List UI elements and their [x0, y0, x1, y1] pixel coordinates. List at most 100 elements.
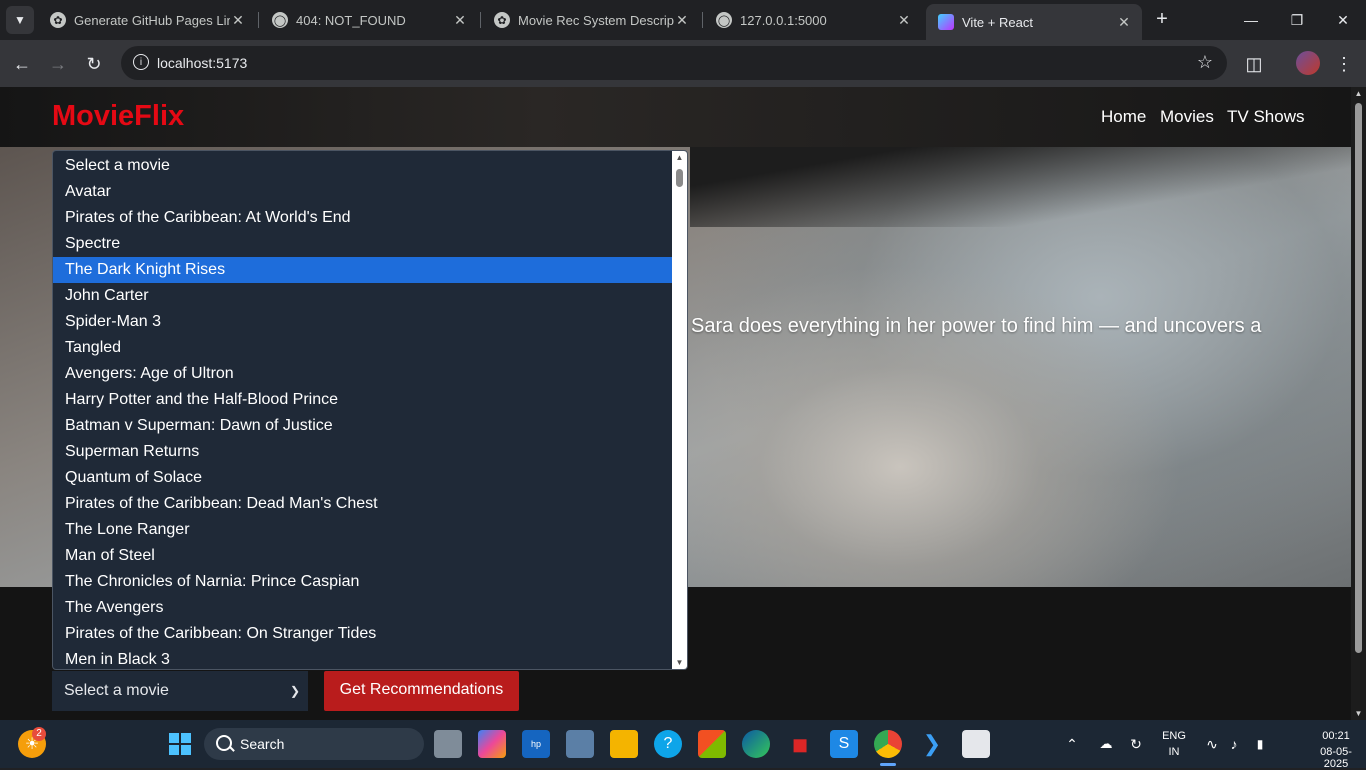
snipping-tool-icon[interactable] [962, 730, 990, 758]
close-icon[interactable]: ✕ [674, 12, 690, 29]
new-tab-button[interactable]: + [1150, 8, 1174, 32]
dropdown-option[interactable]: Pirates of the Caribbean: At World's End [53, 205, 673, 231]
battery-icon[interactable]: ▮ [1246, 730, 1274, 758]
dropdown-option[interactable]: Select a movie [53, 153, 673, 179]
tab-title: 404: NOT_FOUND [296, 12, 406, 28]
dropdown-option[interactable]: Spectre [53, 231, 673, 257]
bookmark-star-icon[interactable]: ☆ [1197, 52, 1213, 73]
scroll-down-arrow-icon[interactable]: ▼ [672, 658, 687, 667]
nav-link-tv-shows[interactable]: TV Shows [1227, 107, 1304, 127]
tab-separator [702, 12, 703, 28]
scroll-up-arrow-icon[interactable]: ▲ [672, 153, 687, 162]
dropdown-option[interactable]: Pirates of the Caribbean: On Stranger Ti… [53, 621, 673, 647]
get-recommendations-button[interactable]: Get Recommendations [324, 671, 519, 711]
dropdown-option[interactable]: Quantum of Solace [53, 465, 673, 491]
dropdown-option[interactable]: The Avengers [53, 595, 673, 621]
dropdown-option[interactable]: Spider-Man 3 [53, 309, 673, 335]
close-icon[interactable]: ✕ [1116, 14, 1132, 31]
tab-2[interactable]: ✿ Movie Rec System Descriptio ✕ [482, 4, 700, 36]
app-s-icon[interactable]: S [830, 730, 858, 758]
site-info-icon[interactable]: i [133, 54, 149, 70]
nav-link-home[interactable]: Home [1101, 107, 1146, 127]
tab-separator [480, 12, 481, 28]
tab-title: Movie Rec System Descriptio [518, 12, 674, 28]
address-bar[interactable]: i localhost:5173 ☆ [121, 46, 1227, 80]
close-icon[interactable]: ✕ [230, 12, 246, 29]
chevron-down-icon: ❯ [289, 684, 300, 698]
vscode-icon[interactable]: ❯ [918, 730, 946, 758]
onedrive-offline-icon[interactable]: ☁ [1092, 730, 1120, 758]
mcafee-icon[interactable]: ◼ [786, 730, 814, 758]
edge-icon[interactable] [742, 730, 770, 758]
url-text: localhost:5173 [157, 55, 248, 71]
scroll-up-arrow-icon[interactable]: ▲ [1351, 89, 1366, 98]
language-indicator[interactable]: ENG [1158, 730, 1190, 742]
dropdown-option[interactable]: Tangled [53, 335, 673, 361]
menu-kebab-icon[interactable]: ⋮ [1332, 52, 1356, 76]
dropdown-option[interactable]: Men in Black 3 [53, 647, 673, 669]
tab-search-chevron-icon[interactable]: ▼ [6, 6, 34, 34]
site-logo[interactable]: MovieFlix [52, 100, 184, 133]
active-app-indicator [880, 763, 896, 766]
reload-icon[interactable]: ↻ [82, 52, 106, 76]
scroll-down-arrow-icon[interactable]: ▼ [1351, 709, 1366, 718]
minimize-icon[interactable]: — [1228, 8, 1274, 32]
copilot-icon[interactable] [478, 730, 506, 758]
device-manager-icon[interactable] [566, 730, 594, 758]
dropdown-option[interactable]: Superman Returns [53, 439, 673, 465]
close-icon[interactable]: ✕ [452, 12, 468, 29]
globe-icon: ◯ [272, 12, 288, 28]
tab-0[interactable]: ✿ Generate GitHub Pages Link ✕ [38, 4, 256, 36]
movie-select[interactable]: Select a movie ❯ [52, 671, 308, 711]
dropdown-option[interactable]: Pirates of the Caribbean: Dead Man's Che… [53, 491, 673, 517]
dropdown-option[interactable]: Batman v Superman: Dawn of Justice [53, 413, 673, 439]
volume-icon[interactable]: ♪ [1220, 730, 1248, 758]
myhp-icon[interactable]: hp [522, 730, 550, 758]
extensions-icon[interactable]: ◫ [1242, 52, 1266, 76]
page-scrollbar[interactable]: ▲ ▼ [1351, 87, 1366, 720]
region-indicator[interactable]: IN [1158, 746, 1190, 758]
dropdown-option[interactable]: John Carter [53, 283, 673, 309]
search-label: Search [240, 736, 285, 752]
task-view-icon[interactable] [434, 730, 462, 758]
tab-title: Vite + React [962, 14, 1033, 30]
dropdown-option[interactable]: Avengers: Age of Ultron [53, 361, 673, 387]
back-arrow-icon[interactable]: ← [10, 52, 34, 76]
tab-title: Generate GitHub Pages Link [74, 12, 230, 28]
search-icon [216, 735, 232, 751]
sync-icon[interactable]: ↻ [1122, 730, 1150, 758]
movie-dropdown-list[interactable]: Select a movie Avatar Pirates of the Car… [52, 150, 688, 670]
dropdown-option[interactable]: Avatar [53, 179, 673, 205]
dropdown-scrollbar[interactable]: ▲ ▼ [672, 151, 687, 669]
page-viewport: Sara does everything in her power to fin… [0, 87, 1351, 720]
tab-4-active[interactable]: Vite + React ✕ [926, 4, 1142, 40]
dropdown-option[interactable]: Man of Steel [53, 543, 673, 569]
forward-arrow-icon[interactable]: → [46, 52, 70, 76]
microsoft-store-icon[interactable] [698, 730, 726, 758]
close-icon[interactable]: ✕ [896, 12, 912, 29]
chrome-icon[interactable] [874, 730, 902, 758]
openai-icon: ✿ [494, 12, 510, 28]
dropdown-option[interactable]: The Chronicles of Narnia: Prince Caspian [53, 569, 673, 595]
dropdown-option-highlighted[interactable]: The Dark Knight Rises [53, 257, 673, 283]
profile-avatar[interactable] [1296, 51, 1320, 75]
tab-1[interactable]: ◯ 404: NOT_FOUND ✕ [260, 4, 478, 36]
help-icon[interactable]: ? [654, 730, 682, 758]
nav-link-movies[interactable]: Movies [1160, 107, 1214, 127]
chevron-up-icon[interactable]: ⌃ [1058, 730, 1086, 758]
tab-separator [258, 12, 259, 28]
tab-title: 127.0.0.1:5000 [740, 12, 827, 28]
restore-icon[interactable]: ❐ [1274, 8, 1320, 32]
tab-3[interactable]: ◯ 127.0.0.1:5000 ✕ [704, 4, 922, 36]
file-explorer-icon[interactable] [610, 730, 638, 758]
dropdown-option[interactable]: Harry Potter and the Half-Blood Prince [53, 387, 673, 413]
vite-icon [938, 14, 954, 30]
windows-start-icon[interactable] [166, 730, 194, 758]
dropdown-option[interactable]: The Lone Ranger [53, 517, 673, 543]
dropdown-scroll-thumb[interactable] [676, 169, 683, 187]
clock-date[interactable]: 08-05-2025 [1308, 746, 1364, 770]
clock-time[interactable]: 00:21 [1308, 730, 1364, 742]
taskbar-search[interactable]: Search [204, 728, 424, 760]
page-scroll-thumb[interactable] [1355, 103, 1362, 653]
window-close-icon[interactable]: ✕ [1320, 8, 1366, 32]
